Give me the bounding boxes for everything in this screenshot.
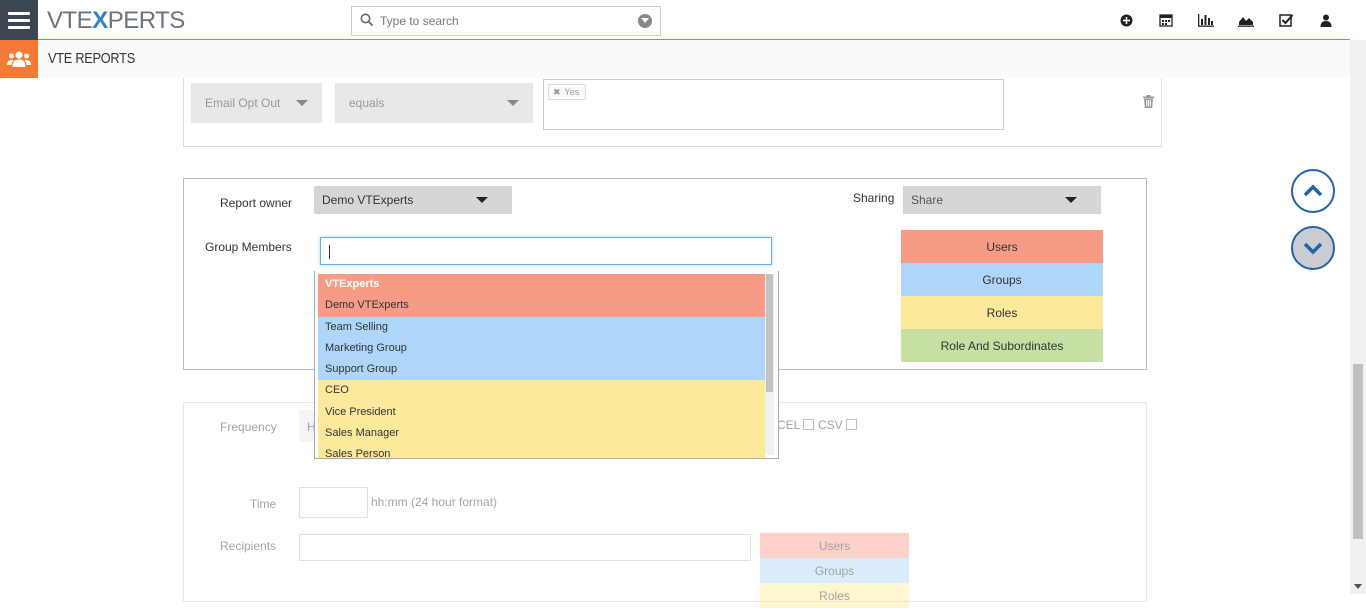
chevron-down-icon (1303, 242, 1323, 255)
format-csv-label: CSV (818, 418, 843, 432)
dropdown-option[interactable]: Demo VTExperts (318, 295, 765, 317)
dropdown-option[interactable]: Support Group (318, 359, 765, 381)
format-excel-checkbox[interactable] (803, 419, 814, 430)
group-members-dropdown[interactable]: VTExperts Demo VTExperts Team Selling Marke… (314, 271, 779, 459)
dropdown-list: VTExperts Demo VTExperts Team Selling Marke… (318, 274, 765, 458)
recipients-legend-users: Users (760, 533, 909, 558)
dropdown-option[interactable]: Sales Person (318, 444, 765, 458)
time-input[interactable] (299, 487, 368, 518)
page-scrollbar-thumb[interactable] (1353, 364, 1363, 539)
dropdown-scrollbar[interactable] (765, 274, 774, 455)
time-label: Time (250, 497, 277, 511)
page-scrollbar[interactable] (1350, 40, 1366, 594)
dropdown-option[interactable]: Team Selling (318, 316, 765, 338)
format-excel-label: CEL (777, 418, 801, 432)
frequency-label: Frequency (220, 420, 277, 434)
dropdown-option[interactable]: Sales Manager (318, 423, 765, 445)
format-csv-checkbox[interactable] (846, 419, 857, 430)
scroll-down-button[interactable] (1291, 226, 1335, 270)
time-hint: hh:mm (24 hour format) (371, 495, 498, 509)
recipients-legend-roles: Roles (760, 583, 909, 608)
chevron-up-icon (1303, 184, 1323, 197)
dropdown-scrollbar-thumb[interactable] (766, 274, 773, 392)
recipients-legend-groups: Groups (760, 558, 909, 583)
recipients-label: Recipients (220, 539, 277, 553)
scroll-down-arrow-icon[interactable] (1354, 584, 1362, 589)
dropdown-group-header: VTExperts (318, 274, 765, 296)
dropdown-option[interactable]: CEO (318, 380, 765, 402)
dropdown-option[interactable]: Vice President (318, 401, 765, 424)
scroll-up-button[interactable] (1291, 169, 1335, 213)
dropdown-option[interactable]: Marketing Group (318, 337, 765, 360)
recipients-input[interactable] (299, 534, 751, 561)
